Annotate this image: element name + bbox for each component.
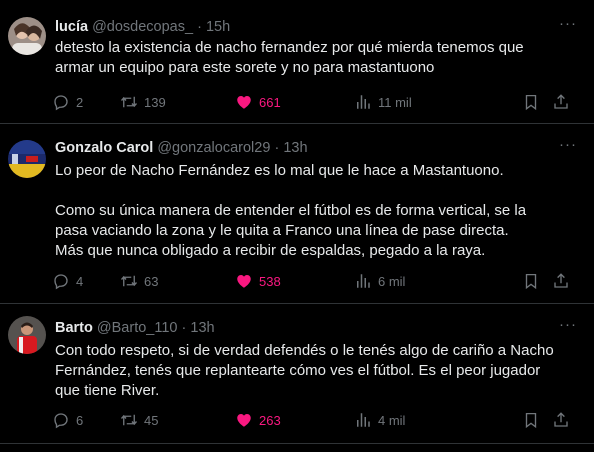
reply-icon (54, 413, 68, 429)
views-icon (357, 95, 370, 109)
like-count: 661 (259, 94, 281, 110)
like-icon (237, 275, 251, 288)
reply-icon (54, 95, 68, 111)
timestamp[interactable]: 13h (283, 140, 307, 156)
reply-icon (54, 274, 68, 290)
share-icon (554, 94, 568, 109)
like-count: 263 (259, 412, 281, 428)
author-handle[interactable]: @dosdecopas_ (92, 19, 193, 35)
reply-count: 2 (76, 94, 84, 110)
tweet-header: Barto @Barto_110 · 13h (55, 319, 215, 337)
more-icon[interactable]: ··· (558, 317, 578, 337)
like-count: 538 (259, 273, 281, 289)
bookmark-button[interactable] (522, 92, 540, 112)
avatar[interactable] (8, 316, 46, 354)
views-icon (357, 413, 370, 427)
tweet-actions: 2 139 661 11 mil (52, 92, 582, 112)
views-button[interactable]: 11 mil (354, 92, 412, 112)
separator: · (197, 19, 202, 35)
author-handle[interactable]: @gonzalocarol29 (157, 140, 270, 156)
author-handle[interactable]: @Barto_110 (97, 320, 178, 336)
tweet-actions: 6 45 263 4 mil (52, 410, 582, 430)
timestamp[interactable]: 13h (190, 320, 214, 336)
reply-button[interactable]: 4 (52, 271, 83, 291)
avatar[interactable] (8, 17, 46, 55)
views-icon (357, 274, 370, 288)
tweet[interactable]: Barto @Barto_110 · 13h ··· Con todo resp… (0, 304, 594, 444)
bookmark-button[interactable] (522, 410, 540, 430)
like-icon (237, 414, 251, 427)
author-name[interactable]: lucía (55, 19, 88, 35)
share-icon (554, 412, 568, 427)
retweet-button[interactable]: 139 (120, 92, 166, 112)
bookmark-button[interactable] (522, 271, 540, 291)
reply-count: 4 (76, 273, 84, 289)
like-button[interactable]: 661 (235, 92, 281, 112)
separator: · (181, 320, 187, 336)
reply-button[interactable]: 6 (52, 410, 83, 430)
like-icon (237, 96, 251, 109)
share-icon (554, 273, 568, 288)
views-button[interactable]: 6 mil (354, 271, 405, 291)
retweet-button[interactable]: 45 (120, 410, 158, 430)
tweet[interactable]: lucía @dosdecopas_ · 15h ··· detesto la … (0, 0, 594, 124)
share-button[interactable] (552, 92, 570, 112)
tweet-text: Con todo respeto, si de verdad defendés … (55, 342, 554, 399)
timestamp[interactable]: 15h (206, 19, 230, 35)
tweet[interactable]: Gonzalo Carol @gonzalocarol29 · 13h ··· … (0, 124, 594, 304)
author-name[interactable]: Barto (55, 320, 93, 336)
tweet-actions: 4 63 538 6 mil (52, 271, 582, 291)
separator: · (274, 140, 280, 156)
views-count: 6 mil (378, 273, 406, 289)
views-count: 4 mil (378, 412, 406, 428)
like-button[interactable]: 538 (235, 271, 281, 291)
author-name[interactable]: Gonzalo Carol (55, 140, 153, 156)
views-count: 11 mil (378, 94, 412, 110)
tweet-feed: lucía @dosdecopas_ · 15h ··· detesto la … (0, 0, 594, 452)
retweet-icon (120, 275, 138, 287)
share-button[interactable] (552, 271, 570, 291)
bookmark-icon (525, 273, 537, 290)
tweet-text: Lo peor de Nacho Fernández es lo mal que… (55, 162, 527, 259)
retweet-count: 45 (144, 412, 159, 428)
views-button[interactable]: 4 mil (354, 410, 405, 430)
retweet-icon (120, 414, 138, 426)
bookmark-icon (525, 412, 537, 429)
retweet-button[interactable]: 63 (120, 271, 158, 291)
reply-button[interactable]: 2 (52, 92, 83, 112)
reply-count: 6 (76, 412, 84, 428)
more-icon[interactable]: ··· (558, 137, 578, 157)
retweet-icon (120, 96, 138, 108)
retweet-count: 63 (144, 273, 159, 289)
like-button[interactable]: 263 (235, 410, 281, 430)
tweet-text: detesto la existencia de nacho fernandez… (55, 39, 524, 76)
tweet-header: Gonzalo Carol @gonzalocarol29 · 13h (55, 139, 308, 157)
avatar[interactable] (8, 140, 46, 178)
share-button[interactable] (552, 410, 570, 430)
retweet-count: 139 (144, 94, 166, 110)
tweet-header: lucía @dosdecopas_ · 15h (55, 18, 230, 36)
bookmark-icon (525, 94, 537, 111)
more-icon[interactable]: ··· (558, 16, 578, 36)
